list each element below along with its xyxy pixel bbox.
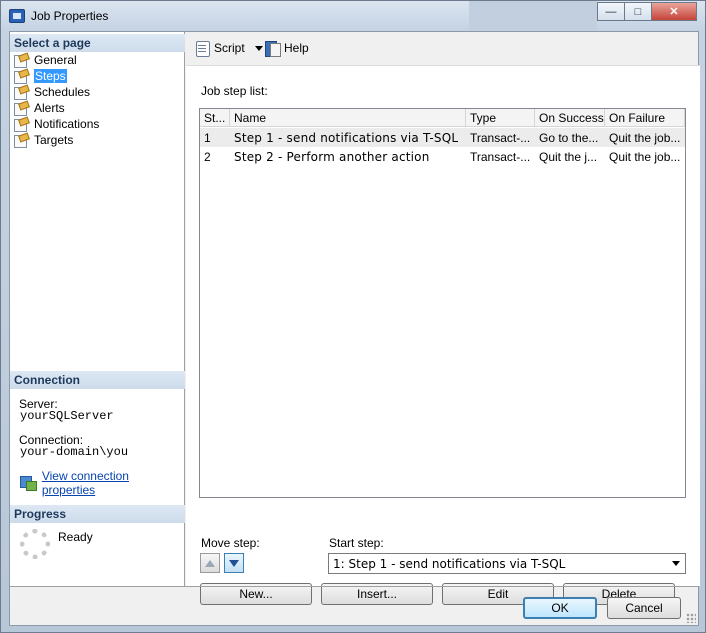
page-icon xyxy=(14,118,28,132)
column-header-on-failure[interactable]: On Failure xyxy=(605,109,685,127)
help-label: Help xyxy=(284,41,309,55)
job-step-grid[interactable]: St... Name Type On Success On Failure 1 … xyxy=(199,108,686,498)
dialog-client-area: Select a page General Steps Schedules Al… xyxy=(9,31,700,626)
start-step-label: Start step: xyxy=(329,536,384,550)
ok-button[interactable]: OK xyxy=(523,597,597,619)
close-button[interactable]: ✕ xyxy=(651,2,697,21)
footer-divider xyxy=(10,586,698,587)
nav-label: Targets xyxy=(34,133,74,147)
chevron-down-icon[interactable] xyxy=(254,45,263,51)
cell-step: 1 xyxy=(204,131,211,145)
app-icon xyxy=(9,9,25,23)
connection-header: Connection xyxy=(10,371,185,389)
nav-label: General xyxy=(34,53,77,67)
page-icon xyxy=(14,70,28,84)
nav-item-notifications[interactable]: Notifications xyxy=(14,116,99,132)
cell-on-success: Go to the... xyxy=(539,131,599,145)
cell-step: 2 xyxy=(204,150,211,164)
cell-type: Transact-... xyxy=(470,150,531,164)
nav-item-general[interactable]: General xyxy=(14,52,77,68)
page-icon xyxy=(14,86,28,100)
help-button[interactable]: Help xyxy=(264,40,309,57)
cell-on-failure: Quit the job... xyxy=(609,150,681,164)
nav-item-targets[interactable]: Targets xyxy=(14,132,73,148)
maximize-button[interactable]: □ xyxy=(624,2,652,21)
table-row[interactable]: 2 Step 2 - Perform another action Transa… xyxy=(200,147,685,166)
move-up-button[interactable] xyxy=(200,553,220,573)
cell-on-success: Quit the j... xyxy=(539,150,598,164)
page-icon xyxy=(14,54,28,68)
script-label: Script xyxy=(214,41,245,55)
nav-label: Steps xyxy=(34,69,67,83)
script-button[interactable]: Script xyxy=(194,40,263,57)
cell-name: Step 1 - send notifications via T-SQL xyxy=(234,131,459,145)
progress-status: Ready xyxy=(58,530,93,544)
cancel-button[interactable]: Cancel xyxy=(607,597,681,619)
start-step-select[interactable]: 1: Step 1 - send notifications via T-SQL xyxy=(328,553,686,574)
select-page-header: Select a page xyxy=(10,34,185,52)
cell-name: Step 2 - Perform another action xyxy=(234,150,430,164)
page-icon xyxy=(14,134,28,148)
server-value: yourSQLServer xyxy=(20,409,114,423)
nav-item-steps[interactable]: Steps xyxy=(14,68,67,84)
start-step-value: 1: Step 1 - send notifications via T-SQL xyxy=(333,557,566,571)
progress-spinner-icon xyxy=(20,529,50,559)
page-icon xyxy=(14,102,28,116)
toolbar: Script Help xyxy=(186,32,698,64)
grid-header: St... Name Type On Success On Failure xyxy=(200,109,685,127)
job-properties-window: Job Properties — □ ✕ Select a page Gener… xyxy=(0,0,706,633)
help-icon xyxy=(264,40,281,57)
left-pane: Select a page General Steps Schedules Al… xyxy=(10,32,185,586)
job-step-list-label: Job step list: xyxy=(201,84,268,98)
move-down-button[interactable] xyxy=(224,553,244,573)
script-icon xyxy=(194,40,210,57)
steps-page: Job step list: St... Name Type On Succes… xyxy=(186,65,700,605)
nav-label: Schedules xyxy=(34,85,91,99)
minimize-button[interactable]: — xyxy=(597,2,625,21)
progress-header: Progress xyxy=(10,505,185,523)
nav-item-alerts[interactable]: Alerts xyxy=(14,100,65,116)
nav-item-schedules[interactable]: Schedules xyxy=(14,84,90,100)
connection-properties-icon xyxy=(20,476,37,491)
nav-label: Notifications xyxy=(34,117,100,131)
chevron-down-icon xyxy=(672,561,680,566)
move-step-label: Move step: xyxy=(201,536,260,550)
title-bar-strip xyxy=(469,1,597,31)
view-connection-link[interactable]: View connection properties xyxy=(42,469,184,497)
nav-label: Alerts xyxy=(34,101,65,115)
column-header-on-success[interactable]: On Success xyxy=(535,109,605,127)
title-bar[interactable]: Job Properties — □ ✕ xyxy=(1,1,705,31)
cell-on-failure: Quit the job... xyxy=(609,131,681,145)
column-header-type[interactable]: Type xyxy=(466,109,535,127)
column-header-step[interactable]: St... xyxy=(200,109,230,127)
column-header-name[interactable]: Name xyxy=(230,109,466,127)
table-row[interactable]: 1 Step 1 - send notifications via T-SQL … xyxy=(200,128,685,147)
view-connection-properties[interactable]: View connection properties xyxy=(20,469,184,497)
window-title: Job Properties xyxy=(31,9,109,23)
connection-value: your-domain\you xyxy=(20,445,129,459)
resize-grip-icon[interactable] xyxy=(686,613,696,623)
cell-type: Transact-... xyxy=(470,131,531,145)
